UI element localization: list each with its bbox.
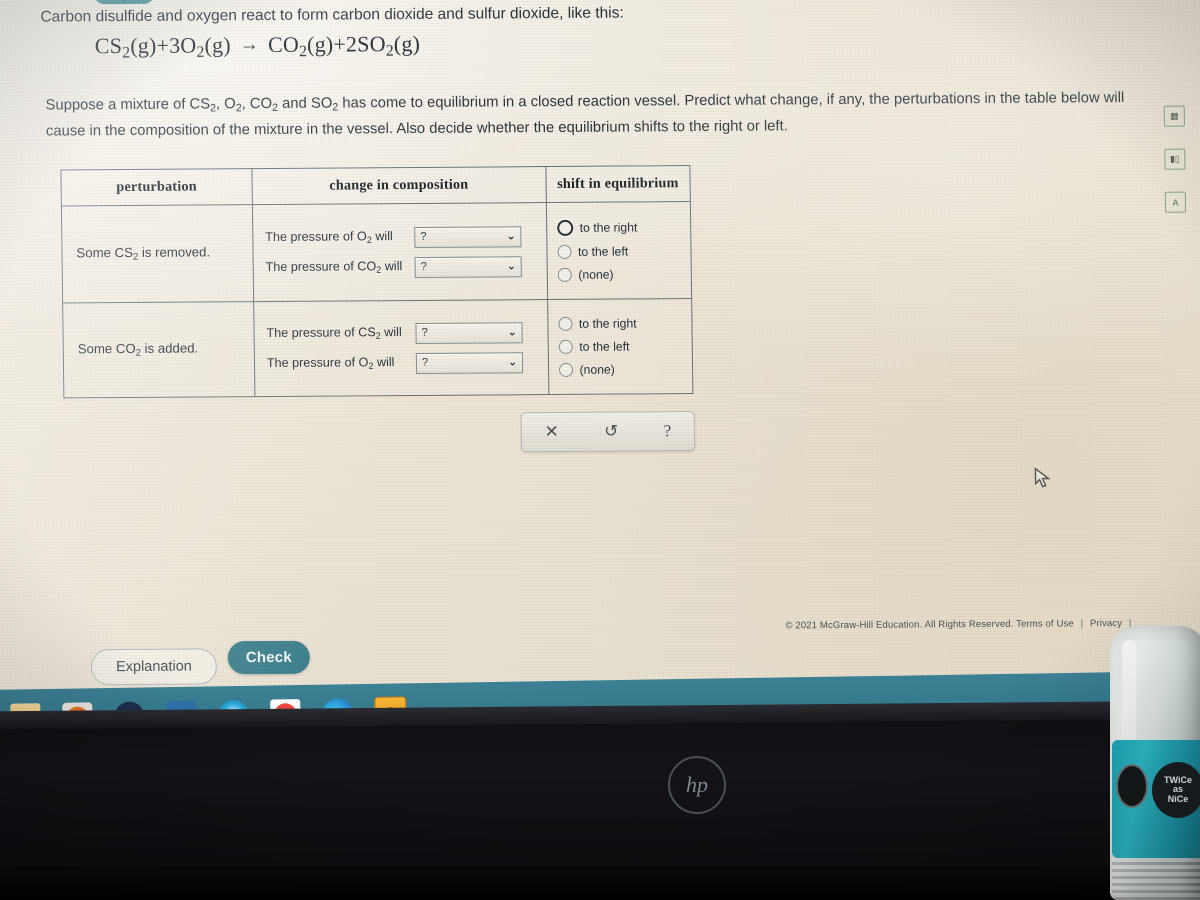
chevron-down-icon: ⌄ [507, 260, 516, 272]
bottle-label: TWiCe as NiCe [1112, 740, 1200, 858]
radio-option-none[interactable]: (none) [558, 362, 692, 377]
radio-option-to-the-left[interactable]: to the left [558, 339, 692, 354]
composition-dropdown[interactable]: ? ⌄ [415, 321, 523, 344]
composition-label: The pressure of O2 will [266, 355, 395, 372]
radio-label: to the left [579, 339, 630, 354]
water-bottle: TWiCe as NiCe [1104, 600, 1200, 900]
composition-label: The pressure of CS2 will [266, 325, 402, 342]
bottle-brand-line3: NiCe [1167, 793, 1189, 804]
radio-option-to-the-right[interactable]: to the right [557, 316, 692, 331]
calculator-icon[interactable]: ▦ [1163, 105, 1185, 127]
chevron-down-icon: ⌄ [508, 326, 517, 338]
bottle-seal-icon [1116, 764, 1148, 808]
laptop-screen: Carbon disulfide and oxygen react to for… [0, 0, 1200, 696]
periodic-table-icon[interactable]: A [1164, 191, 1187, 213]
composition-cell: The pressure of CS2 will ? ⌄ The pressur… [253, 299, 549, 397]
radio-icon [558, 339, 573, 354]
tool-rail: ▦ ▮▯ A [1163, 105, 1190, 235]
bottle-brand-badge: TWiCe as NiCe [1152, 762, 1200, 818]
table-row: Some CO2 is added. The pressure of CS2 w… [62, 298, 693, 398]
composition-row: The pressure of O2 will ? ⌄ [266, 351, 548, 375]
composition-dropdown[interactable]: ? ⌄ [414, 225, 522, 248]
footer-separator: | [1080, 618, 1084, 630]
radio-option-to-the-right[interactable]: to the right [556, 219, 691, 236]
composition-cell: The pressure of O2 will ? ⌄ The pressure… [252, 202, 548, 302]
hp-logo: hp [668, 756, 726, 814]
mouse-cursor-icon [1034, 467, 1051, 488]
radio-icon [556, 219, 573, 236]
undo-icon[interactable]: ↺ [604, 422, 619, 442]
problem-body: Suppose a mixture of CS2, O2, CO2 and SO… [45, 90, 1125, 140]
radio-option-to-the-left[interactable]: to the left [556, 244, 691, 259]
composition-row: The pressure of CS2 will ? ⌄ [266, 321, 547, 345]
table-row: Some CS2 is removed. The pressure of O2 … [61, 201, 692, 303]
perturbation-text: Some CO2 is added. [77, 340, 199, 359]
chevron-down-icon: ⌄ [506, 230, 516, 242]
screen-photo: Carbon disulfide and oxygen react to for… [0, 0, 1200, 900]
radio-label: to the right [579, 220, 638, 235]
chevron-down-icon: ⌄ [508, 356, 517, 368]
radio-label: (none) [578, 267, 614, 282]
bar-chart-icon[interactable]: ▮▯ [1164, 148, 1186, 170]
copyright-text: © 2021 McGraw-Hill Education. All Rights… [785, 618, 1014, 632]
header-shift-in-equilibrium: shift in equilibrium [545, 165, 691, 203]
collapse-banner[interactable] [93, 0, 155, 5]
radio-icon [557, 267, 572, 282]
equation-product-1: CO2(g) [267, 31, 334, 61]
aleks-problem-page: Carbon disulfide and oxygen react to for… [0, 0, 1200, 696]
bottle-ribbing [1112, 858, 1200, 900]
radio-option-none[interactable]: (none) [557, 267, 691, 282]
table-header-row: perturbation change in composition shift… [60, 165, 691, 206]
radio-icon [557, 316, 573, 331]
equation-plus-1: + [156, 32, 170, 58]
shift-cell: to the right to the left (none) [547, 298, 693, 395]
radio-label: to the left [577, 244, 629, 259]
clear-icon[interactable]: ✕ [544, 422, 559, 442]
equation-reactant-2: 3O2(g) [168, 32, 231, 61]
composition-row: The pressure of CO2 will ? ⌄ [265, 255, 547, 279]
footer: © 2021 McGraw-Hill Education. All Rights… [785, 618, 1145, 632]
composition-label: The pressure of O2 will [265, 229, 393, 246]
desk-shadow [0, 866, 1200, 900]
perturbation-cell: Some CO2 is added. [62, 301, 255, 398]
check-button[interactable]: Check [227, 640, 311, 675]
shift-cell: to the right to the left (none) [545, 201, 692, 300]
composition-label: The pressure of CO2 will [265, 259, 403, 276]
dropdown-value: ? [420, 260, 428, 273]
equation-plus-2: + [333, 31, 347, 57]
equation-reactant-1: CS2(g) [94, 32, 157, 62]
dropdown-value: ? [421, 326, 428, 339]
composition-dropdown[interactable]: ? ⌄ [415, 351, 524, 374]
radio-label: (none) [579, 362, 615, 377]
composition-dropdown[interactable]: ? ⌄ [414, 255, 522, 278]
answer-toolbar: ✕ ↺ ? [520, 411, 696, 453]
radio-icon [556, 244, 572, 259]
header-change-in-composition: change in composition [251, 166, 546, 205]
explanation-button[interactable]: Explanation [90, 648, 218, 686]
perturbation-cell: Some CS2 is removed. [61, 204, 254, 303]
equation-product-2: 2SO2(g) [345, 30, 421, 60]
reaction-arrow-icon: → [239, 34, 260, 56]
radio-label: to the right [578, 316, 637, 331]
dropdown-value: ? [420, 230, 427, 243]
radio-icon [558, 362, 573, 377]
perturbation-text: Some CS2 is removed. [76, 244, 211, 263]
dropdown-value: ? [421, 356, 429, 369]
chevron-down-icon [117, 0, 132, 2]
terms-of-use-link[interactable]: Terms of Use [1016, 618, 1074, 629]
problem-intro: Carbon disulfide and oxygen react to for… [40, 4, 624, 26]
equilibrium-table: perturbation change in composition shift… [60, 165, 694, 399]
composition-row: The pressure of O2 will ? ⌄ [265, 225, 546, 249]
chemical-equation: CS2(g)+3O2(g) → CO2(g)+2SO2(g) [95, 31, 421, 63]
header-perturbation: perturbation [60, 168, 253, 206]
help-icon[interactable]: ? [664, 421, 672, 441]
